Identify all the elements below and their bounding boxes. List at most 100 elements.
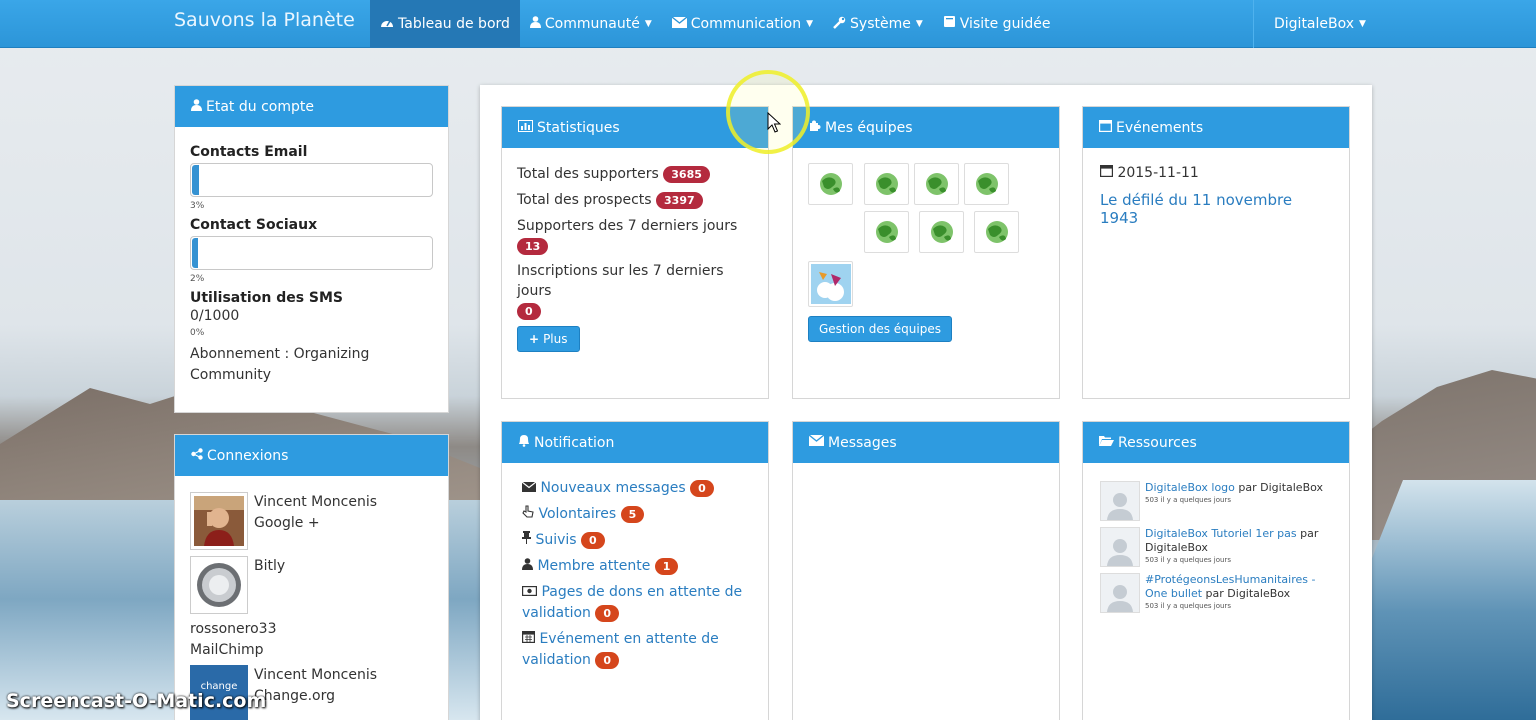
- resource-thumbnail: [1100, 527, 1140, 567]
- count-badge: 13: [517, 237, 549, 255]
- user-menu[interactable]: DigitaleBox ▼: [1253, 0, 1393, 48]
- progress-fill: [192, 165, 200, 195]
- avatar: [190, 492, 248, 550]
- connection-item[interactable]: Vincent Moncenis Google +: [175, 492, 448, 550]
- team-globe-icon[interactable]: [914, 163, 959, 205]
- notif-link: Evénement en attente de validation: [522, 631, 719, 668]
- nav-item-label: Visite guidée: [959, 16, 1051, 32]
- stat-label: Inscriptions sur les 7 derniers jours: [517, 263, 724, 299]
- mouse-cursor-icon: [767, 111, 782, 138]
- team-illustration-icon[interactable]: [808, 261, 853, 307]
- event-link[interactable]: Le défilé du 11 novembre 1943: [1100, 191, 1332, 227]
- notif-new-messages[interactable]: Nouveaux messages 0: [521, 478, 748, 499]
- team-globe-icon[interactable]: [964, 163, 1009, 205]
- connection-item[interactable]: Bitly: [175, 556, 448, 614]
- stat-label: Total des prospects: [517, 192, 652, 208]
- more-button[interactable]: + Plus: [517, 326, 580, 352]
- count-badge: 3397: [656, 191, 703, 209]
- resource-item[interactable]: DigitaleBox logo par DigitaleBox 503 il …: [1100, 481, 1332, 521]
- dashboard-icon: [380, 17, 394, 32]
- sms-usage-percent: 0%: [190, 328, 205, 338]
- resource-thumbnail: [1100, 481, 1140, 521]
- resource-item[interactable]: DigitaleBox Tutoriel 1er pas par Digital…: [1100, 527, 1332, 567]
- notification-heading: Notification: [502, 422, 768, 463]
- notification-panel: Notification Nouveaux messages 0 Volonta…: [501, 421, 769, 720]
- count-badge: 0: [690, 479, 714, 497]
- top-navbar: Sauvons la Planète Tableau de bord Commu…: [0, 0, 1536, 48]
- user-menu-label: DigitaleBox: [1274, 16, 1355, 32]
- resource-author: par DigitaleBox: [1238, 481, 1324, 494]
- envelope-icon: [521, 480, 537, 496]
- user-icon: [529, 16, 541, 32]
- connection-service: MailChimp: [190, 642, 264, 658]
- brand-title[interactable]: Sauvons la Planète: [174, 9, 355, 31]
- nav-item-communication[interactable]: Communication ▼: [662, 0, 823, 48]
- nav-item-guided-tour[interactable]: Visite guidée: [933, 0, 1061, 48]
- count-badge: 0: [595, 604, 620, 622]
- notif-volunteers[interactable]: Volontaires 5: [522, 504, 748, 525]
- event-date: 2015-11-11: [1100, 164, 1332, 181]
- team-globe-icon[interactable]: [974, 211, 1019, 253]
- bell-icon: [518, 434, 530, 451]
- panel-title: Mes équipes: [825, 119, 913, 136]
- team-globe-icon[interactable]: [919, 211, 964, 253]
- money-icon: [522, 584, 538, 600]
- prospects-total: Total des prospects 3397: [517, 187, 753, 213]
- notif-donation-pages[interactable]: Pages de dons en attente de validation 0: [522, 582, 748, 624]
- team-globe-icon[interactable]: [808, 163, 853, 205]
- email-contacts-progress: [190, 163, 433, 197]
- count-badge: 0: [581, 531, 605, 549]
- weekly-supporters: Supporters des 7 derniers jours 13: [517, 216, 753, 256]
- envelope-icon: [808, 434, 825, 450]
- resources-heading: Ressources: [1083, 422, 1349, 463]
- user-icon: [522, 558, 533, 574]
- count-badge: 0: [595, 651, 620, 669]
- caret-down-icon: ▼: [915, 19, 923, 29]
- resource-meta: 503 il y a quelques jours: [1145, 602, 1231, 610]
- connection-name: Bitly: [254, 558, 286, 574]
- nav-item-dashboard[interactable]: Tableau de bord: [370, 0, 520, 48]
- resource-item[interactable]: #ProtégeonsLesHumanitaires - One bullet …: [1100, 573, 1332, 613]
- account-status-panel: Etat du compte Contacts Email 3% Contact…: [174, 85, 449, 413]
- team-globe-icon[interactable]: [864, 211, 909, 253]
- count-badge: 3685: [663, 165, 710, 183]
- resource-link[interactable]: DigitaleBox logo: [1145, 481, 1235, 494]
- caret-down-icon: ▼: [1359, 19, 1366, 29]
- share-icon: [191, 447, 203, 464]
- progress-fill: [192, 238, 199, 268]
- panel-title: Notification: [534, 434, 615, 451]
- connections-heading: Connexions: [175, 435, 448, 476]
- nav-item-system[interactable]: Système ▼: [823, 0, 933, 48]
- panel-title: Ressources: [1118, 434, 1197, 451]
- nav-item-community[interactable]: Communauté ▼: [520, 0, 662, 48]
- panel-title: Connexions: [207, 447, 289, 464]
- notif-pending-member[interactable]: Membre attente 1: [522, 556, 748, 577]
- resource-link[interactable]: DigitaleBox Tutoriel 1er pas: [1145, 527, 1297, 540]
- manage-teams-button[interactable]: Gestion des équipes: [808, 316, 952, 342]
- avatar: [190, 556, 248, 614]
- panel-title: Statistiques: [537, 119, 620, 136]
- team-globe-icon[interactable]: [864, 163, 909, 205]
- notif-link: Suivis: [535, 532, 577, 548]
- panel-title: Messages: [828, 434, 897, 451]
- email-contacts-percent: 3%: [190, 201, 205, 211]
- connection-item[interactable]: rossonero33 MailChimp: [175, 619, 448, 661]
- social-contacts-progress: [190, 236, 433, 270]
- panel-title: Evénements: [1116, 119, 1204, 136]
- user-icon: [191, 98, 202, 115]
- sms-usage-label: Utilisation des SMS: [190, 290, 344, 306]
- resource-author: par DigitaleBox: [1205, 587, 1291, 600]
- resource-thumbnail: [1100, 573, 1140, 613]
- notif-pending-events[interactable]: Evénement en attente de validation 0: [522, 629, 748, 671]
- wrench-icon: [833, 16, 846, 33]
- account-status-heading: Etat du compte: [175, 86, 448, 127]
- envelope-icon: [671, 15, 688, 32]
- nav-item-label: Communication: [690, 16, 802, 32]
- nav-item-label: Système: [850, 16, 911, 32]
- book-icon: [943, 16, 956, 32]
- notif-follows[interactable]: Suivis 0: [522, 530, 748, 551]
- pin-icon: [522, 531, 531, 548]
- social-contacts-label: Contact Sociaux: [190, 217, 318, 233]
- count-badge: 0: [517, 302, 541, 320]
- connection-service: Change.org: [254, 688, 336, 704]
